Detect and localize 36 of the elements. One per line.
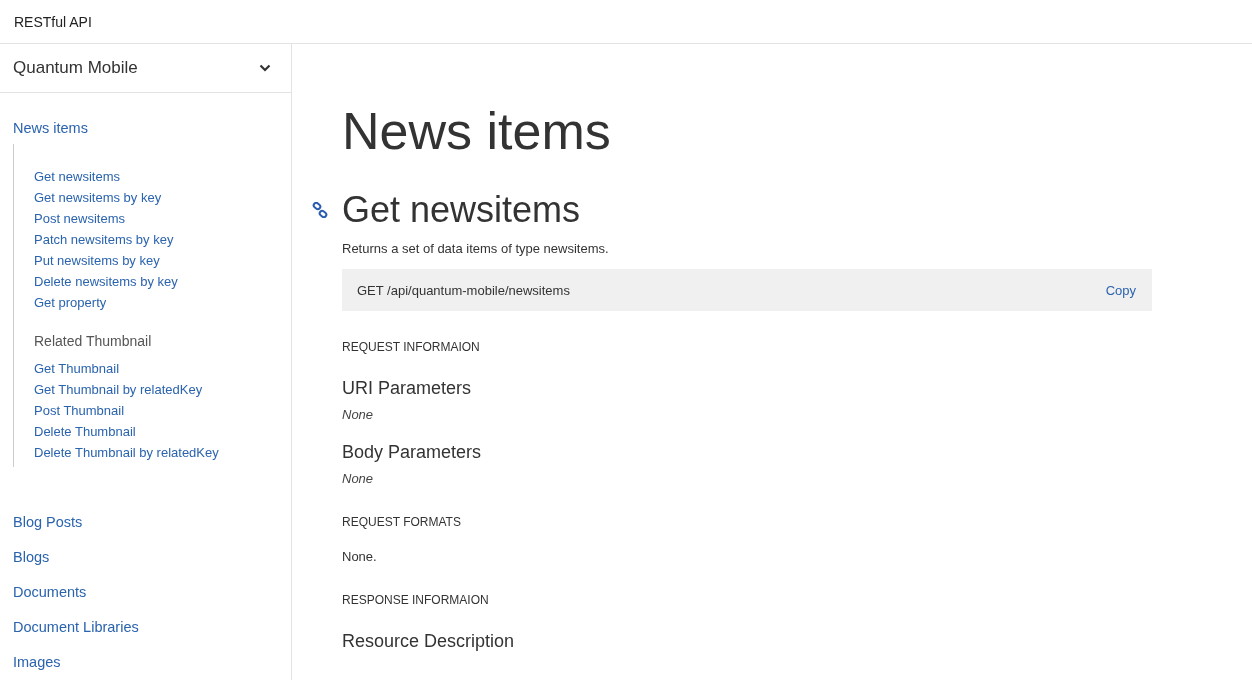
page-title: News items: [342, 101, 612, 161]
section-label: REQUEST FORMATS: [342, 514, 462, 530]
nav-link[interactable]: Get newsitems: [34, 166, 291, 187]
link-icon[interactable]: [312, 202, 328, 218]
nav-link[interactable]: Get Thumbnail: [34, 358, 291, 379]
body-text: None.: [342, 549, 378, 564]
nav-link[interactable]: Delete Thumbnail by relatedKey: [34, 442, 291, 463]
section-heading: Body Parameters: [342, 441, 483, 463]
request-line: GET /api/quantum-mobile/newsitems: [357, 282, 570, 298]
nav-link[interactable]: Get Thumbnail by relatedKey: [34, 379, 291, 400]
nav-group-link[interactable]: News items: [13, 119, 291, 137]
empty-note: None: [342, 471, 375, 486]
nav-group-link[interactable]: Blog Posts: [13, 513, 291, 531]
nav-group-link[interactable]: Blogs: [13, 548, 291, 566]
nav-link[interactable]: Get property: [34, 292, 291, 313]
nav-link[interactable]: Put newsitems by key: [34, 250, 291, 271]
nav-link[interactable]: Post newsitems: [34, 208, 291, 229]
nav-group-link[interactable]: Documents: [13, 583, 291, 601]
nav-group-link[interactable]: Images: [13, 653, 291, 671]
section-heading: Resource Description: [342, 630, 516, 652]
section-label: REQUEST INFORMAION: [342, 339, 481, 355]
site-title: RESTful API: [14, 13, 92, 30]
nav-group-link[interactable]: Document Libraries: [13, 618, 291, 636]
section-heading: URI Parameters: [342, 377, 473, 399]
nav-link[interactable]: Post Thumbnail: [34, 400, 291, 421]
nav-link[interactable]: Get newsitems by key: [34, 187, 291, 208]
nav-link[interactable]: Delete Thumbnail: [34, 421, 291, 442]
nav-link[interactable]: Delete newsitems by key: [34, 271, 291, 292]
chevron-down-icon: [259, 64, 271, 72]
section-label: RESPONSE INFORMAION: [342, 592, 490, 608]
endpoint-description: Returns a set of data items of type newsitems.: [342, 241, 610, 256]
empty-note: None: [342, 407, 375, 422]
endpoint-title: Get newsitems: [342, 188, 582, 232]
copy-link[interactable]: Copy: [1105, 282, 1136, 298]
nav-section-title: Related Thumbnail: [34, 333, 153, 349]
nav-link[interactable]: Patch newsitems by key: [34, 229, 291, 250]
